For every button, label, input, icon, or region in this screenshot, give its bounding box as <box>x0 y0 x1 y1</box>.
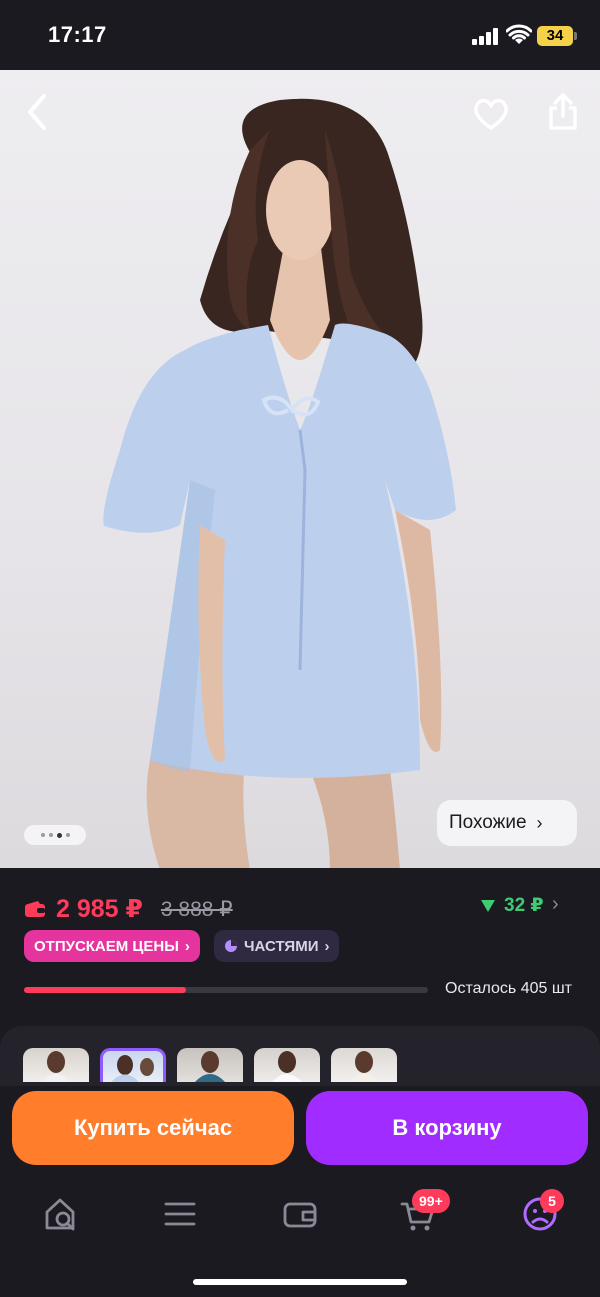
chevron-right-icon: › <box>324 937 330 955</box>
variant-thumbnail[interactable] <box>23 1048 89 1082</box>
triangle-down-icon <box>481 899 495 912</box>
wifi-icon <box>506 24 532 44</box>
chevron-right-icon: › <box>184 937 190 955</box>
variant-thumbnail[interactable] <box>177 1048 243 1082</box>
buy-now-button[interactable]: Купить сейчас <box>12 1091 294 1165</box>
wallet-nav-icon[interactable] <box>280 1194 320 1234</box>
battery-tip <box>574 32 577 40</box>
wallet-icon <box>25 901 45 917</box>
status-bar: 17:17 34 <box>0 0 600 70</box>
variant-thumbnail[interactable] <box>331 1048 397 1082</box>
add-to-cart-button[interactable]: В корзину <box>306 1091 588 1165</box>
profile-badge: 5 <box>540 1189 564 1213</box>
chevron-right-icon[interactable]: › <box>552 893 559 916</box>
share-icon[interactable] <box>546 92 580 132</box>
variant-thumbnail[interactable] <box>254 1048 320 1082</box>
home-indicator[interactable] <box>193 1279 407 1285</box>
product-photo <box>103 98 456 870</box>
variant-selector <box>0 1026 600 1086</box>
pie-chart-icon <box>225 940 237 952</box>
stock-progress-fill <box>24 987 186 993</box>
current-price: 2 985 ₽ <box>56 895 143 923</box>
price-row: 2 985 ₽ 3 888 ₽ <box>24 894 233 924</box>
promo-badge-label: ОТПУСКАЕМ ЦЕНЫ <box>34 937 179 955</box>
similar-label: Похожие <box>449 812 527 833</box>
catalog-menu-icon[interactable] <box>160 1194 200 1234</box>
signal-icon <box>472 27 500 45</box>
battery-indicator: 34 <box>537 26 573 46</box>
favorite-heart-icon[interactable] <box>472 96 510 132</box>
home-search-icon[interactable] <box>42 1194 82 1234</box>
chevron-right-icon: › <box>536 812 543 833</box>
installments-label: ЧАСТЯМИ <box>244 937 319 955</box>
stock-remaining: Осталось 405 шт <box>445 980 572 997</box>
bonus-points[interactable]: 32 ₽ <box>480 894 544 917</box>
old-price: 3 888 ₽ <box>160 897 233 921</box>
price-card: 2 985 ₽ 3 888 ₽ 32 ₽ › ОТПУСКАЕМ ЦЕНЫ › … <box>0 868 600 1014</box>
installments-badge[interactable]: ЧАСТЯМИ › <box>214 930 340 962</box>
product-image[interactable] <box>0 70 600 870</box>
gallery-dot <box>65 833 70 837</box>
status-time: 17:17 <box>48 22 107 47</box>
cart-badge: 99+ <box>412 1189 450 1213</box>
stock-progress <box>24 987 428 993</box>
back-icon[interactable] <box>22 92 52 132</box>
gallery-dot <box>40 833 45 837</box>
bonus-value: 32 ₽ <box>504 895 544 916</box>
gallery-pagination <box>24 825 86 845</box>
gallery-dot <box>48 833 53 837</box>
gallery-dot-active <box>56 832 62 838</box>
similar-products-button[interactable]: Похожие › <box>437 800 577 846</box>
promo-badge[interactable]: ОТПУСКАЕМ ЦЕНЫ › <box>24 930 200 962</box>
variant-thumbnail-selected[interactable] <box>100 1048 166 1082</box>
